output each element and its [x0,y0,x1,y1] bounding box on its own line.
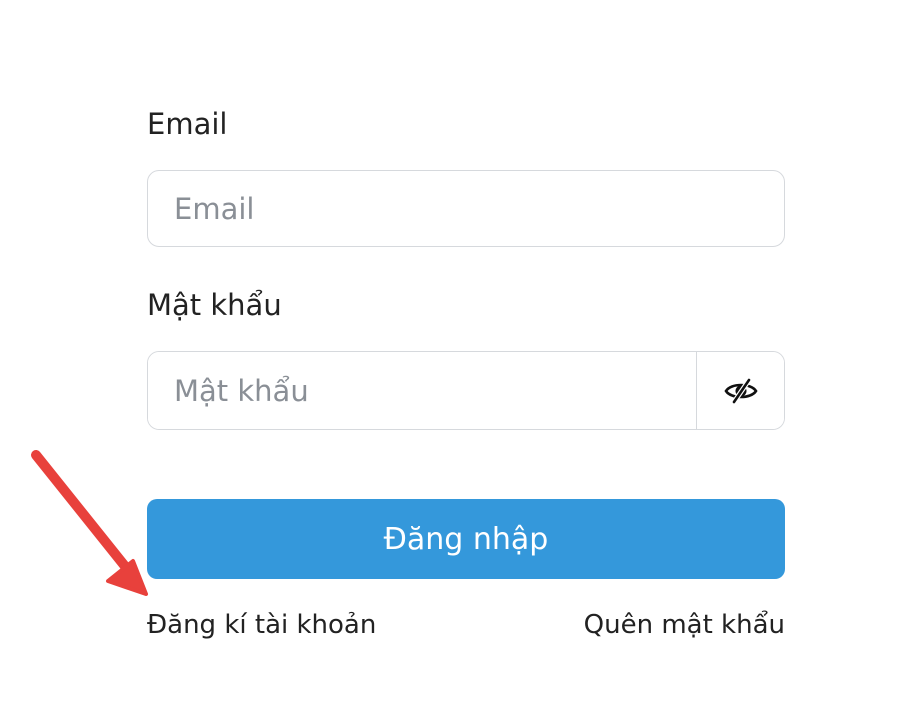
login-button[interactable]: Đăng nhập [147,499,785,579]
register-link[interactable]: Đăng kí tài khoản [147,612,376,638]
email-label: Email [147,107,228,141]
password-field-group [147,351,785,430]
password-visibility-toggle[interactable] [696,352,784,429]
eye-slash-icon [723,378,758,403]
password-input[interactable] [148,352,696,429]
login-page: Email Mật khẩu Đăng nhập Đăng kí tài kho… [0,0,920,722]
forgot-password-link[interactable]: Quên mật khẩu [584,612,785,638]
email-input[interactable] [147,170,785,247]
password-label: Mật khẩu [147,288,282,322]
